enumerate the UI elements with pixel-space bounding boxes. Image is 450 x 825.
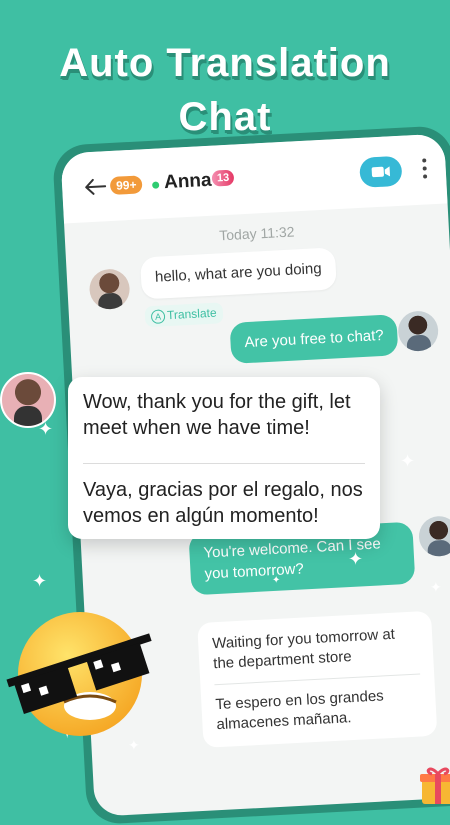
gift-icon (420, 767, 450, 804)
arrow-left-icon[interactable] (84, 177, 107, 196)
sparkle-icon: ✦ (400, 451, 416, 471)
user-avatar[interactable] (417, 515, 450, 558)
outgoing-message-bubble[interactable]: Are you free to chat? (229, 314, 399, 364)
incoming-message-bubble[interactable]: hello, what are you doing (139, 247, 337, 300)
message-translation: Te espero en los grandes almacenes mañan… (215, 687, 385, 734)
chat-timestamp: Today 11:32 (218, 223, 295, 244)
message-text: Are you free to chat? (244, 326, 385, 352)
level-badge: 13 (211, 169, 235, 187)
online-status-dot (152, 181, 160, 189)
headline-line-1: Auto Translation (59, 41, 391, 85)
translate-icon: A (150, 309, 166, 325)
more-vertical-icon[interactable] (421, 156, 428, 180)
message-text: hello, what are you doing (154, 260, 323, 286)
chat-header: 99+ Anna 13 (60, 133, 448, 224)
sparkle-icon: ✦ (38, 419, 54, 439)
contact-avatar[interactable] (88, 268, 131, 311)
translation-card: Wow, thank you for the gift, let meet wh… (68, 377, 380, 539)
video-call-button[interactable] (359, 155, 403, 188)
unread-count-badge: 99+ (109, 175, 143, 195)
sparkle-icon: ✦ (430, 579, 442, 595)
translation-divider (214, 673, 421, 686)
translate-button[interactable]: A Translate (144, 302, 224, 328)
user-avatar[interactable] (397, 310, 440, 353)
video-call-icon (371, 166, 391, 178)
sparkle-icon: ✦ (265, 414, 276, 428)
sparkle-icon: ✦ (405, 681, 417, 697)
sparkle-icon: ✦ (348, 549, 364, 569)
contact-name[interactable]: Anna (164, 170, 213, 194)
original-text: Wow, thank you for the gift, let meet wh… (83, 391, 351, 439)
translated-text: Vaya, gracias por el regalo, nos vemos e… (83, 479, 363, 527)
translate-label: Translate (166, 305, 217, 323)
message-text: Waiting for you tomorrow at the departme… (211, 625, 396, 673)
translated-message-bubble[interactable]: Waiting for you tomorrow at the departme… (197, 610, 438, 748)
cool-emoji-icon (6, 612, 152, 736)
translation-divider (83, 463, 365, 464)
sparkle-icon: ✦ (272, 575, 281, 586)
sparkle-icon: ✦ (32, 571, 48, 591)
